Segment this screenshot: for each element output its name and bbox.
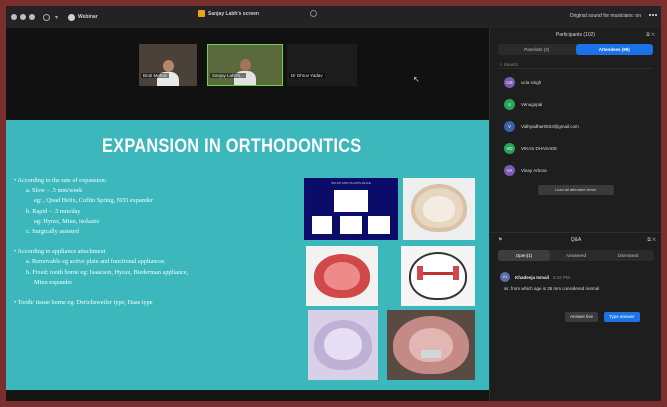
shared-slide: EXPANSION IN ORTHODONTICS • According to… bbox=[6, 120, 489, 390]
webinar-tab[interactable]: Webinar bbox=[68, 13, 98, 21]
tab-dismissed[interactable]: Dismissed bbox=[602, 250, 654, 261]
video-tile-active-speaker[interactable] bbox=[207, 44, 283, 86]
window-controls[interactable] bbox=[11, 14, 35, 20]
video-strip: Bruti Mohan Sanjay Labh's... Dr Dhruv Ya… bbox=[6, 28, 489, 120]
qa-title: Q&A bbox=[570, 237, 582, 243]
popout-icon[interactable]: ⧉ ✕ bbox=[647, 233, 656, 247]
video-tile[interactable] bbox=[139, 44, 197, 86]
attendee-item[interactable]: VA Vinay Arbora bbox=[490, 159, 661, 181]
attendee-list: US ucia singh V Venugopal V Vidhyadhar0503@gm… bbox=[490, 71, 661, 181]
avatar: VA bbox=[504, 164, 515, 176]
attendee-item[interactable]: V Vidhyadhar0503@gmail.com bbox=[490, 115, 661, 137]
video-name-label: Sanjay Labh's... bbox=[210, 73, 246, 78]
slide-spacer bbox=[14, 237, 314, 247]
question-actions: Answer live Type answer bbox=[565, 312, 640, 322]
tab-open[interactable]: Open(1) bbox=[498, 250, 550, 261]
attendee-name: Venugopal bbox=[521, 101, 543, 107]
screen-share-title: Sanjay Labh's screen bbox=[208, 10, 259, 17]
record-icon[interactable] bbox=[309, 10, 317, 17]
slide-bullet: a. Removable eg active plate and functio… bbox=[26, 258, 165, 266]
participant-video bbox=[234, 59, 256, 85]
chevron-down-icon[interactable]: ▾ bbox=[55, 14, 58, 21]
participants-title: Participants (102) bbox=[555, 32, 596, 38]
qa-tabs: Open(1) Answered Dismissed bbox=[498, 250, 654, 261]
slide-spacer bbox=[14, 288, 314, 298]
type-answer-button[interactable]: Type answer bbox=[604, 312, 640, 322]
intraoral-expander-photo bbox=[387, 310, 475, 380]
app-title: Webinar bbox=[78, 14, 98, 20]
question-item: KI Khadeeja Ismail 5:16 PM sir, from whi… bbox=[500, 272, 656, 291]
participants-header: Participants (102) ⧉ ✕ bbox=[490, 28, 661, 42]
attendee-item[interactable]: US ucia singh bbox=[490, 71, 661, 93]
slide-bullet: b. Rapid – .5 mm/day bbox=[26, 207, 81, 215]
share-screen-icon bbox=[198, 10, 205, 17]
slide-bullet: b. Fixed: tooth borne eg: Isaacson, Hyra… bbox=[26, 268, 189, 276]
attendee-name: Vinay Arbora bbox=[521, 167, 547, 173]
slide-bullet: • According to the rate of expansion: bbox=[14, 177, 107, 184]
avatar: V bbox=[504, 98, 515, 110]
slide-title: EXPANSION IN ORTHODONTICS bbox=[102, 136, 362, 157]
close-dot-icon[interactable] bbox=[11, 14, 17, 20]
tab-answered[interactable]: Answered bbox=[550, 250, 602, 261]
popout-icon[interactable]: ⧉ ✕ bbox=[646, 28, 655, 42]
zoom-logo-icon bbox=[68, 13, 76, 21]
qa-header: ⚑ Q&A ⧉ ✕ bbox=[490, 232, 661, 246]
tab-panelists[interactable]: Panelists (3) bbox=[498, 44, 576, 55]
avatar: VD bbox=[504, 142, 515, 154]
appliance-diagram-image: SPLINT MOUTH APPLIANCE bbox=[304, 178, 398, 240]
tab-attendees[interactable]: Attendees (99) bbox=[575, 44, 653, 55]
video-name-label: Dr Dhruv Yadav bbox=[289, 73, 325, 78]
video-tile[interactable] bbox=[287, 44, 357, 86]
slide-bullet: • According to appliance attachment bbox=[14, 248, 106, 256]
attendee-name: VIKAS DHASADE bbox=[521, 145, 558, 151]
meeting-controls-bar bbox=[6, 390, 489, 401]
avatar: V bbox=[504, 120, 515, 132]
slide-bullet: eg: Hyrax, Minn, isolastic bbox=[34, 217, 100, 225]
answer-live-button[interactable]: Answer live bbox=[565, 312, 599, 322]
side-panel: Participants (102) ⧉ ✕ Panelists (3) Att… bbox=[489, 28, 661, 401]
original-sound-label[interactable]: Original sound for musicians: on bbox=[570, 13, 641, 19]
participants-tabs: Panelists (3) Attendees (99) bbox=[498, 44, 653, 55]
avatar: KI bbox=[500, 272, 510, 282]
attendee-name: Vidhyadhar0503@gmail.com bbox=[521, 123, 579, 129]
question-author: Khadeeja Ismail bbox=[515, 274, 550, 280]
avatar: US bbox=[504, 76, 515, 88]
slide-bullet: a. Slow – .5 mm/week bbox=[26, 187, 83, 195]
removable-appliance-image bbox=[403, 178, 475, 240]
more-options-icon[interactable] bbox=[649, 14, 657, 18]
screen-share-tab[interactable]: Sanjay Labh's screen bbox=[198, 10, 317, 17]
zoom-webinar-window: ▾ Webinar Sanjay Labh's screen Original … bbox=[6, 6, 661, 401]
functional-appliance-image bbox=[306, 246, 378, 306]
qa-icon: ⚑ bbox=[498, 237, 503, 243]
slide-bullet: c. Surgically assisted bbox=[26, 228, 79, 236]
load-more-button[interactable]: Load all attendee items bbox=[537, 185, 614, 195]
slide-bullet: Minn expander bbox=[34, 278, 73, 286]
slide-bullet: • Tooth/ tissue borne eg: Derichsweiler … bbox=[14, 299, 153, 307]
figure-caption: SPLINT MOUTH APPLIANCE bbox=[331, 181, 371, 185]
question-text: sir, from which age is 35 mm considered … bbox=[504, 286, 600, 291]
search-input[interactable]: ⌕ Search bbox=[498, 60, 653, 69]
info-icon[interactable] bbox=[43, 13, 50, 21]
title-bar: ▾ Webinar Sanjay Labh's screen Original … bbox=[6, 6, 661, 28]
video-name-label: Bruti Mohan bbox=[141, 73, 170, 78]
zoom-dot-icon[interactable] bbox=[29, 14, 35, 20]
attendee-item[interactable]: VD VIKAS DHASADE bbox=[490, 137, 661, 159]
attendee-item[interactable]: V Venugopal bbox=[490, 93, 661, 115]
slide-body: • According to the rate of expansion: a. … bbox=[14, 176, 314, 308]
minimize-dot-icon[interactable] bbox=[20, 14, 26, 20]
dental-cast-image bbox=[308, 310, 378, 380]
mouse-cursor-icon: ↖ bbox=[413, 75, 420, 84]
slide-bullet: eg: , Quad Helix, Coffin Spring, NiTi ex… bbox=[34, 197, 153, 205]
question-time: 5:16 PM bbox=[553, 274, 570, 280]
fixed-expander-drawing-image bbox=[401, 246, 475, 306]
attendee-name: ucia singh bbox=[521, 79, 542, 85]
